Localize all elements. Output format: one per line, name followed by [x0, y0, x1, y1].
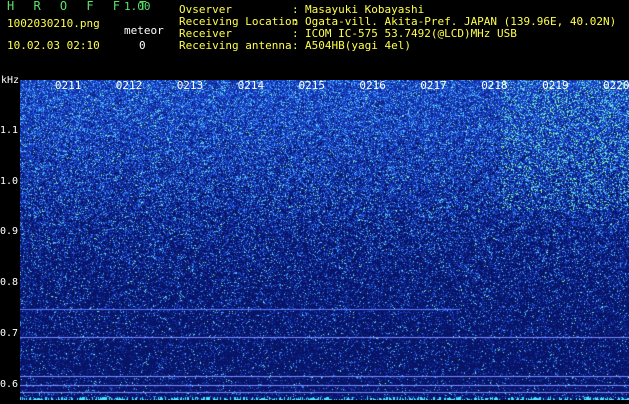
- x-tick-label: 0214: [237, 79, 265, 92]
- y-tick-label: 1.1: [0, 124, 19, 136]
- y-tick-label: 1.0: [0, 175, 19, 187]
- axis-unit: kHz: [1, 75, 20, 86]
- meteor-count: 0: [139, 39, 146, 52]
- spectrogram: [20, 80, 629, 400]
- x-tick-label: 0216: [359, 79, 386, 92]
- info-label-antenna: Receiving antenna: [179, 39, 292, 52]
- y-tick-label: 0.6: [0, 378, 19, 390]
- x-tick-label: 0218: [481, 79, 508, 92]
- datetime: 10.02.03 02:10: [7, 39, 100, 52]
- meteor-label: meteor: [124, 24, 164, 37]
- spectrogram-canvas: [20, 80, 629, 400]
- x-tick-label: 0211: [54, 79, 82, 92]
- app-version: 1.00: [124, 0, 151, 13]
- info-value-antenna: A504HB(yagi 4el): [305, 39, 411, 52]
- y-tick-label: 0.8: [0, 277, 19, 289]
- x-tick-label: 0215: [298, 79, 326, 92]
- x-tick-label: 0219: [542, 79, 569, 92]
- file-name: 1002030210.png: [7, 17, 100, 30]
- y-tick-label: 0.7: [0, 327, 19, 339]
- x-tick-label: 0220: [603, 79, 629, 92]
- x-tick-label: 0212: [115, 79, 143, 92]
- info-colon: :: [292, 39, 299, 52]
- x-tick-label: 0217: [420, 79, 447, 92]
- x-tick-label: 0213: [176, 79, 204, 92]
- y-tick-label: 0.9: [0, 226, 19, 238]
